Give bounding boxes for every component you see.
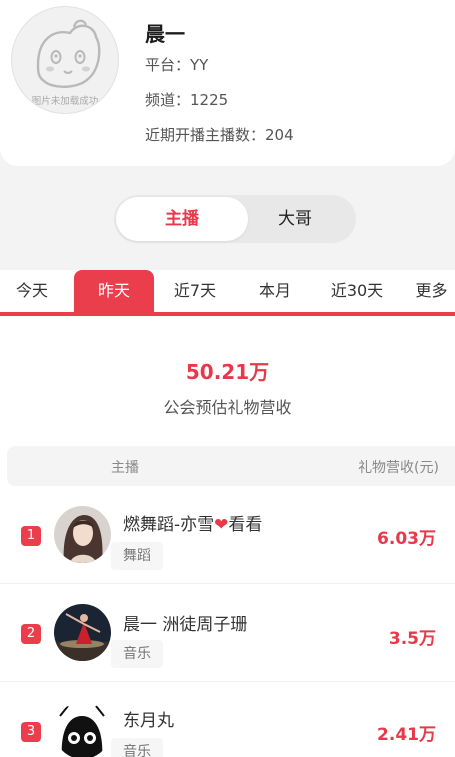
recent-anchors-value: 204 bbox=[265, 126, 294, 144]
guild-name: 晨一 bbox=[145, 22, 185, 46]
tab-more[interactable]: 更多 bbox=[408, 270, 455, 312]
tab-yesterday[interactable]: 昨天 bbox=[74, 270, 154, 312]
role-boss-button[interactable]: 大哥 bbox=[236, 197, 354, 241]
role-toggle: 大哥 主播 bbox=[114, 195, 356, 243]
guild-avatar: 图片未加载成功 bbox=[11, 6, 119, 114]
platform-value: YY bbox=[190, 56, 209, 74]
anchor-name-suffix: 看看 bbox=[228, 515, 263, 535]
recent-anchors-line: 近期开播主播数：204 bbox=[145, 124, 294, 145]
avatar bbox=[54, 702, 111, 757]
category-tag: 舞蹈 bbox=[111, 542, 163, 570]
content-panel: 50.21万 公会预估礼物营收 主播 礼物营收(元) 1 燃舞蹈-亦雪❤看看 舞… bbox=[0, 316, 455, 757]
rank-badge: 2 bbox=[21, 624, 41, 644]
avatar-fail-text: 图片未加载成功 bbox=[31, 96, 99, 107]
anchor-name: 燃舞蹈-亦雪❤看看 bbox=[123, 510, 262, 535]
column-anchor-header: 主播 bbox=[111, 460, 139, 476]
rank-badge: 1 bbox=[21, 526, 41, 546]
table-row[interactable]: 1 燃舞蹈-亦雪❤看看 舞蹈 6.03万 bbox=[0, 488, 455, 584]
income-value: 3.5万 bbox=[388, 629, 436, 649]
red-heart-icon: ❤ bbox=[214, 515, 229, 535]
table-row[interactable]: 2 晨一 洲徒周子珊 音乐 3.5万 bbox=[0, 586, 455, 682]
role-anchor-button[interactable]: 主播 bbox=[116, 197, 248, 241]
total-income-value: 50.21万 bbox=[185, 360, 270, 384]
tab-last-7-days[interactable]: 近7天 bbox=[160, 270, 230, 312]
channel-label: 频道： bbox=[145, 91, 191, 109]
recent-anchors-label: 近期开播主播数： bbox=[145, 126, 266, 144]
tab-last-30-days[interactable]: 近30天 bbox=[318, 270, 396, 312]
tab-today[interactable]: 今天 bbox=[0, 270, 64, 312]
period-tabs: 今天 昨天 近7天 本月 近30天 更多 bbox=[0, 270, 455, 316]
platform-line: 平台：YY bbox=[145, 54, 208, 75]
channel-line: 频道：1225 bbox=[145, 89, 228, 110]
total-income-label: 公会预估礼物营收 bbox=[163, 398, 292, 417]
category-tag: 音乐 bbox=[111, 738, 163, 757]
table-row[interactable]: 3 东月丸 音乐 2.41万 bbox=[0, 684, 455, 757]
tab-this-month[interactable]: 本月 bbox=[240, 270, 310, 312]
channel-value: 1225 bbox=[190, 91, 229, 109]
avatar bbox=[54, 506, 111, 563]
anchor-name-text: 燃舞蹈-亦雪 bbox=[123, 515, 215, 535]
anchor-name: 晨一 洲徒周子珊 bbox=[123, 615, 248, 635]
income-value: 2.41万 bbox=[377, 725, 436, 745]
table-header: 主播 礼物营收(元) bbox=[7, 446, 455, 486]
rank-badge: 3 bbox=[21, 722, 41, 742]
platform-label: 平台： bbox=[145, 56, 191, 74]
column-income-header: 礼物营收(元) bbox=[358, 460, 439, 476]
avatar bbox=[54, 604, 111, 661]
guild-header-card: 图片未加载成功 晨一 平台：YY 频道：1225 近期开播主播数：204 bbox=[0, 0, 455, 166]
category-tag: 音乐 bbox=[111, 640, 163, 668]
anchor-name: 东月丸 bbox=[123, 711, 174, 731]
income-value: 6.03万 bbox=[377, 529, 436, 549]
